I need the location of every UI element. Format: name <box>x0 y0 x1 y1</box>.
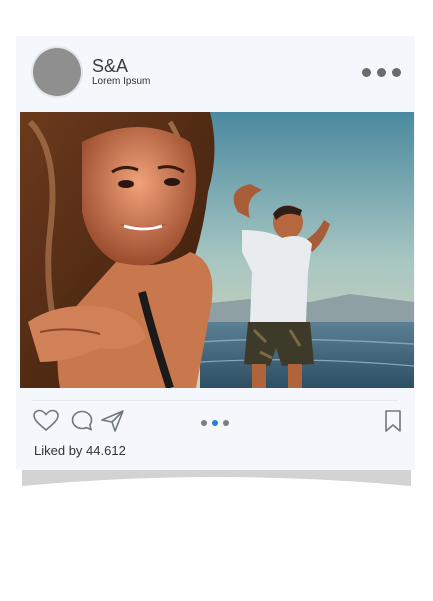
bookmark-icon[interactable] <box>384 409 402 433</box>
heart-icon[interactable] <box>32 409 60 433</box>
more-options-button[interactable] <box>362 68 401 77</box>
carousel-dot[interactable] <box>201 420 207 426</box>
send-arrow-icon[interactable] <box>100 409 126 433</box>
post-card: S&A Lorem Ipsum Liked by 44.612 <box>16 36 415 470</box>
post-photo[interactable] <box>20 112 414 388</box>
carousel-indicator <box>201 420 229 426</box>
more-dots-icon <box>362 68 371 77</box>
carousel-dot-active[interactable] <box>212 420 218 426</box>
likes-count[interactable]: Liked by 44.612 <box>34 443 126 459</box>
post-subtitle: Lorem Ipsum <box>92 76 151 87</box>
avatar[interactable] <box>33 48 81 96</box>
action-divider <box>32 400 398 401</box>
post-username[interactable]: S&A <box>92 56 128 76</box>
card-shadow <box>22 470 411 486</box>
comment-bubble-icon[interactable] <box>70 409 94 433</box>
carousel-dot[interactable] <box>223 420 229 426</box>
